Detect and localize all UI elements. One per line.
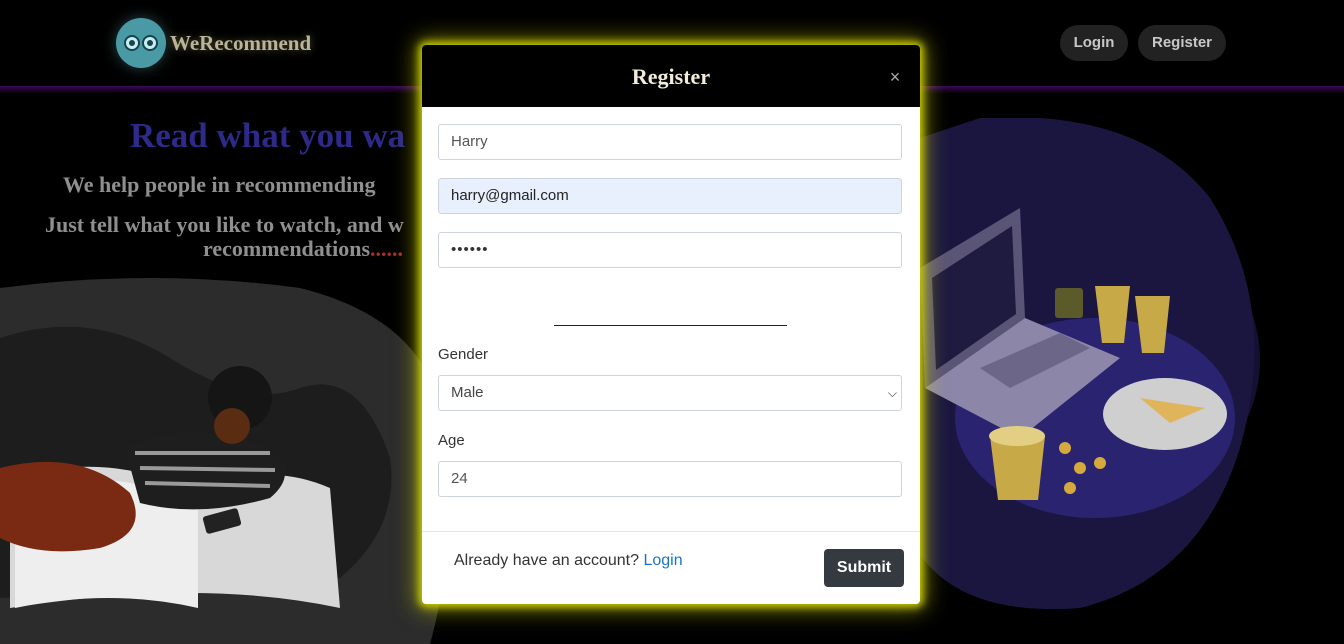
form-divider [554, 325, 787, 326]
gender-label: Gender [438, 346, 489, 363]
email-field[interactable]: harry@gmail.com [438, 178, 902, 214]
modal-header: Register × [422, 45, 920, 107]
owl-logo-icon[interactable] [116, 18, 166, 68]
snacks-laptop-illustration [910, 118, 1260, 610]
hero-text-line1: Just tell what you like to watch, and w [45, 212, 404, 237]
close-icon[interactable]: × [886, 68, 904, 86]
modal-footer: Already have an account? Login Submit [422, 531, 920, 604]
login-link[interactable]: Login [643, 552, 682, 569]
chevron-down-icon: ⌵ [887, 386, 897, 400]
hero-text-line2: recommendations [203, 236, 371, 261]
name-field[interactable]: Harry [438, 124, 902, 160]
hero-text-dots: ...... [370, 236, 404, 261]
register-modal: Register × Harry harry@gmail.com •••••• … [422, 45, 920, 604]
gender-select[interactable]: Male ⌵ [438, 375, 902, 411]
reading-illustration [0, 278, 448, 644]
modal-title: Register [631, 64, 711, 89]
password-field[interactable]: •••••• [438, 232, 902, 268]
nav-login-button[interactable]: Login [1060, 25, 1128, 61]
login-prompt-text: Already have an account? [454, 552, 640, 569]
brand-name[interactable]: WeRecommend [170, 31, 311, 56]
logo-left-eye [124, 35, 140, 51]
nav-register-button[interactable]: Register [1138, 25, 1226, 61]
gender-selected-value: Male [451, 384, 484, 401]
login-prompt: Already have an account? Login [454, 552, 683, 570]
age-field[interactable]: 24 [438, 461, 902, 497]
submit-button[interactable]: Submit [824, 549, 904, 587]
page: WeRecommend Login Register Read what you… [0, 0, 1344, 644]
age-label: Age [438, 432, 465, 449]
logo-right-eye [142, 35, 158, 51]
hero-subtitle: We help people in recommending [63, 172, 376, 197]
hero-title: Read what you wa [130, 116, 406, 155]
